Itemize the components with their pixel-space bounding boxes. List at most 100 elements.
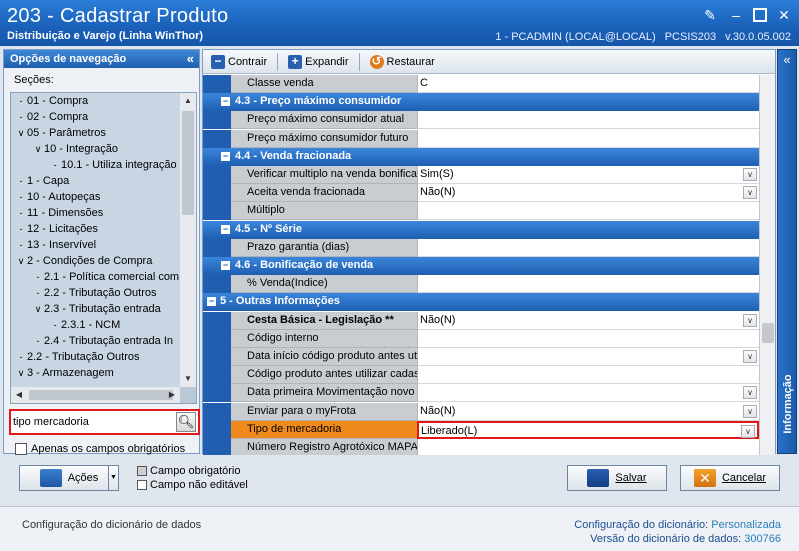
grid-row[interactable]: Verificar multiplo na venda bonifica Sim(…	[203, 166, 759, 184]
grid-section-header[interactable]: −4.5 - Nº Série	[203, 221, 759, 239]
tree-item[interactable]: -01 - Compra	[11, 93, 180, 109]
tree-hscroll-thumb[interactable]	[29, 390, 173, 400]
chevron-down-icon[interactable]: ∨	[743, 350, 757, 363]
chevron-down-icon[interactable]: ∨	[743, 405, 757, 418]
grid-row[interactable]: Cesta Básica - Legislação ** Não(N) ∨	[203, 312, 759, 330]
required-only-option[interactable]: Apenas os campos obrigatórios	[15, 443, 185, 455]
collapse-section-icon[interactable]: −	[221, 261, 230, 270]
collapse-section-icon[interactable]: −	[221, 152, 230, 161]
chevron-down-icon[interactable]: ∨	[15, 253, 27, 269]
tree-item[interactable]: -13 - Inservível	[11, 237, 180, 253]
chevron-down-icon[interactable]: ∨	[743, 314, 757, 327]
grid-row[interactable]: % Venda(Indice)	[203, 275, 759, 293]
tree-item[interactable]: -2.3.1 - NCM	[11, 317, 180, 333]
chevron-down-icon[interactable]: ∨	[743, 168, 757, 181]
cancel-button[interactable]: ✕ Cancelar	[680, 465, 780, 491]
grid-vertical-scrollbar[interactable]	[759, 75, 775, 455]
grid-row[interactable]: Número Registro Agrotóxico MAPA	[203, 439, 759, 455]
actions-button[interactable]: Ações ▼	[19, 465, 119, 491]
tree-item[interactable]: -02 - Compra	[11, 109, 180, 125]
field-value[interactable]: ∨	[417, 384, 759, 402]
edit-window-icon[interactable]: ✎	[701, 6, 719, 24]
scroll-right-icon[interactable]: ▶	[164, 387, 180, 403]
grid-row[interactable]: Preço máximo consumidor futuro	[203, 130, 759, 148]
chevron-down-icon[interactable]: ∨	[15, 125, 27, 141]
grid-section-header[interactable]: −4.4 - Venda fracionada	[203, 148, 759, 166]
tree-item[interactable]: ∨ 2 - Condições de Compra	[11, 253, 180, 269]
scroll-up-icon[interactable]: ▲	[180, 93, 196, 109]
collapse-info-icon[interactable]: «	[778, 52, 796, 67]
grid-row[interactable]: Data início código produto antes utiliz ∨	[203, 348, 759, 366]
tree-item[interactable]: -2.1 - Política comercial com	[11, 269, 180, 285]
chevron-down-icon[interactable]: ∨	[741, 425, 755, 438]
collapse-section-icon[interactable]: −	[207, 297, 216, 306]
tree-item[interactable]: -2.2 - Tributação Outros	[11, 285, 180, 301]
field-value[interactable]: C	[417, 75, 759, 93]
expand-button[interactable]: + Expandir	[284, 52, 352, 72]
grid-scroll-thumb[interactable]	[762, 323, 774, 343]
chevron-down-icon[interactable]: ∨	[32, 301, 44, 317]
field-value[interactable]	[417, 330, 759, 348]
tree-item[interactable]: ∨ 3 - Armazenagem	[11, 365, 180, 381]
field-value[interactable]	[417, 202, 759, 220]
grid-row[interactable]: Data primeira Movimentação novo cód ∨	[203, 384, 759, 402]
save-button[interactable]: Salvar	[567, 465, 667, 491]
tree-scroll-thumb[interactable]	[182, 111, 194, 215]
chevron-down-icon[interactable]: ∨	[743, 186, 757, 199]
grid-section-header[interactable]: −4.3 - Preço máximo consumidor	[203, 93, 759, 111]
collapse-section-icon[interactable]: −	[221, 97, 230, 106]
chevron-down-icon[interactable]: ∨	[743, 386, 757, 399]
grid-row[interactable]: Enviar para o myFrota Não(N) ∨	[203, 403, 759, 421]
field-value[interactable]: Não(N) ∨	[417, 403, 759, 421]
tree-item[interactable]: -10 - Autopeças	[11, 189, 180, 205]
minimize-button[interactable]: –	[727, 6, 745, 24]
grid-row[interactable]: Classe venda C	[203, 75, 759, 93]
field-value[interactable]	[417, 366, 759, 384]
info-side-tab[interactable]: « Informação	[777, 49, 797, 454]
field-value[interactable]	[417, 439, 759, 455]
field-value[interactable]: Não(N) ∨	[417, 184, 759, 202]
field-value[interactable]	[417, 275, 759, 293]
scroll-left-icon[interactable]: ◀	[11, 387, 27, 403]
search-button[interactable]: 🔍︎	[176, 412, 196, 432]
actions-dropdown-icon[interactable]: ▼	[108, 466, 118, 490]
grid-row-tipo-mercadoria[interactable]: Tipo de mercadoria Liberado(L) ∨	[203, 421, 759, 439]
tree-horizontal-scrollbar[interactable]: ◀ ▶	[11, 387, 180, 403]
field-value[interactable]: ∨	[417, 348, 759, 366]
tree-item[interactable]: -1 - Capa	[11, 173, 180, 189]
grid-row[interactable]: Aceita venda fracionada Não(N) ∨	[203, 184, 759, 202]
field-value[interactable]: Liberado(L) ∨	[417, 421, 759, 439]
collapse-section-icon[interactable]: −	[221, 225, 230, 234]
tree-item[interactable]: -11 - Dimensões	[11, 205, 180, 221]
grid-row[interactable]: Código interno	[203, 330, 759, 348]
grid-row[interactable]: Código produto antes utilizar cadastro	[203, 366, 759, 384]
field-value[interactable]: Sim(S) ∨	[417, 166, 759, 184]
tree-item[interactable]: ∨ 2.3 - Tributação entrada	[11, 301, 180, 317]
grid-row[interactable]: Múltiplo	[203, 202, 759, 220]
tree-item[interactable]: ∨ 10 - Integração	[11, 141, 180, 157]
tree-item[interactable]: -2.2 - Tributação Outros	[11, 349, 180, 365]
field-value[interactable]	[417, 130, 759, 148]
tree-item[interactable]: -10.1 - Utiliza integração	[11, 157, 180, 173]
grid-section-header[interactable]: −5 - Outras Informações	[203, 293, 759, 311]
tree-item[interactable]: ∨ 05 - Parâmetros	[11, 125, 180, 141]
field-value[interactable]: Não(N) ∨	[417, 312, 759, 330]
collapse-navigation-icon[interactable]: «	[187, 51, 194, 66]
restore-button[interactable]: ↺ Restaurar	[366, 52, 439, 72]
required-only-checkbox[interactable]	[15, 443, 27, 455]
close-button[interactable]: ✕	[775, 6, 793, 24]
grid-row[interactable]: Preço máximo consumidor atual	[203, 111, 759, 129]
grid-row[interactable]: Prazo garantia (dias)	[203, 239, 759, 257]
tree-item[interactable]: -12 - Licitações	[11, 221, 180, 237]
collapse-button[interactable]: − Contrair	[207, 52, 271, 72]
field-value[interactable]	[417, 111, 759, 129]
chevron-down-icon[interactable]: ∨	[32, 141, 44, 157]
grid-section-header[interactable]: −4.6 - Bonificação de venda	[203, 257, 759, 275]
tree-vertical-scrollbar[interactable]: ▲ ▼	[180, 93, 196, 387]
chevron-down-icon[interactable]: ∨	[15, 365, 27, 381]
scroll-down-icon[interactable]: ▼	[180, 371, 196, 387]
maximize-button[interactable]	[753, 8, 767, 22]
field-value[interactable]	[417, 239, 759, 257]
tree-item[interactable]: -2.4 - Tributação entrada In	[11, 333, 180, 349]
field-search-input[interactable]	[13, 413, 173, 431]
